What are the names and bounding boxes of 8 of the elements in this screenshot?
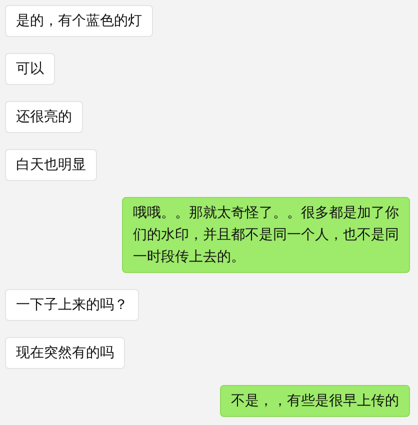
message-bubble: 是的，有个蓝色的灯 — [5, 5, 153, 37]
message-bubble: 可以 — [5, 53, 55, 85]
message-bubble: 还很亮的 — [5, 101, 83, 133]
message-bubble: 现在突然有的吗 — [5, 337, 125, 369]
message-bubble: 哦哦。。那就太奇怪了。。很多都是加了你们的水印，并且都不是同一个人，也不是同一时段传上去的。 — [122, 197, 410, 273]
message-bubble: 白天也明显 — [5, 149, 97, 181]
message-bubble: 一下子上来的吗？ — [5, 289, 139, 321]
message-bubble: 不是，，有些是很早上传的 — [220, 385, 410, 417]
